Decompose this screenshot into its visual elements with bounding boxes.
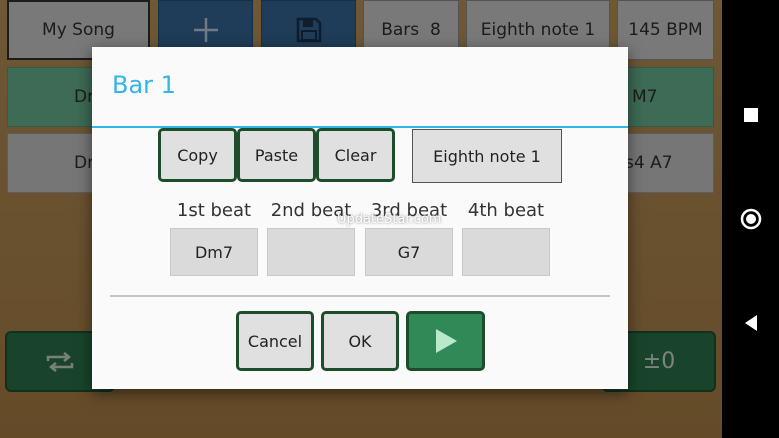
watermark-text: UpdateStar.com: [337, 212, 442, 227]
triangle-back-icon: [744, 315, 757, 331]
dialog-title: Bar 1: [112, 71, 176, 99]
cancel-button[interactable]: Cancel: [236, 311, 314, 371]
home-button[interactable]: [722, 199, 779, 239]
note-length-selector-label: Eighth note 1: [433, 146, 541, 166]
beat-4-chord[interactable]: [462, 228, 550, 276]
paste-button-label: Paste: [254, 145, 299, 165]
dialog-footer-divider: [110, 295, 610, 297]
beat-4-label: 4th beat: [467, 200, 545, 221]
beat-3-chord[interactable]: G7: [365, 228, 453, 276]
beat-3-chord-text: G7: [397, 242, 421, 262]
copy-button-label: Copy: [177, 145, 218, 165]
play-icon: [435, 329, 457, 353]
beat-1-chord-text: Dm7: [194, 242, 234, 262]
ok-button-label: OK: [348, 331, 372, 351]
beat-1-label: 1st beat: [176, 200, 252, 221]
note-length-selector[interactable]: Eighth note 1: [412, 129, 562, 183]
beat-1-chord[interactable]: Dm7: [170, 228, 258, 276]
play-button[interactable]: [406, 311, 485, 371]
beat-2-chord[interactable]: [267, 228, 355, 276]
system-nav-bar: [722, 0, 779, 438]
cancel-button-label: Cancel: [247, 331, 303, 351]
ok-button[interactable]: OK: [321, 311, 399, 371]
clear-button-label: Clear: [334, 145, 377, 165]
recent-apps-button[interactable]: [722, 95, 779, 135]
square-icon: [743, 108, 758, 122]
back-button[interactable]: [722, 303, 779, 343]
clear-button[interactable]: Clear: [316, 128, 395, 182]
copy-button[interactable]: Copy: [158, 128, 237, 182]
bar-edit-dialog: Bar 1 Copy Paste Clear Eighth note 1 1st…: [92, 47, 628, 389]
paste-button[interactable]: Paste: [237, 128, 316, 182]
circle-icon: [740, 208, 761, 230]
